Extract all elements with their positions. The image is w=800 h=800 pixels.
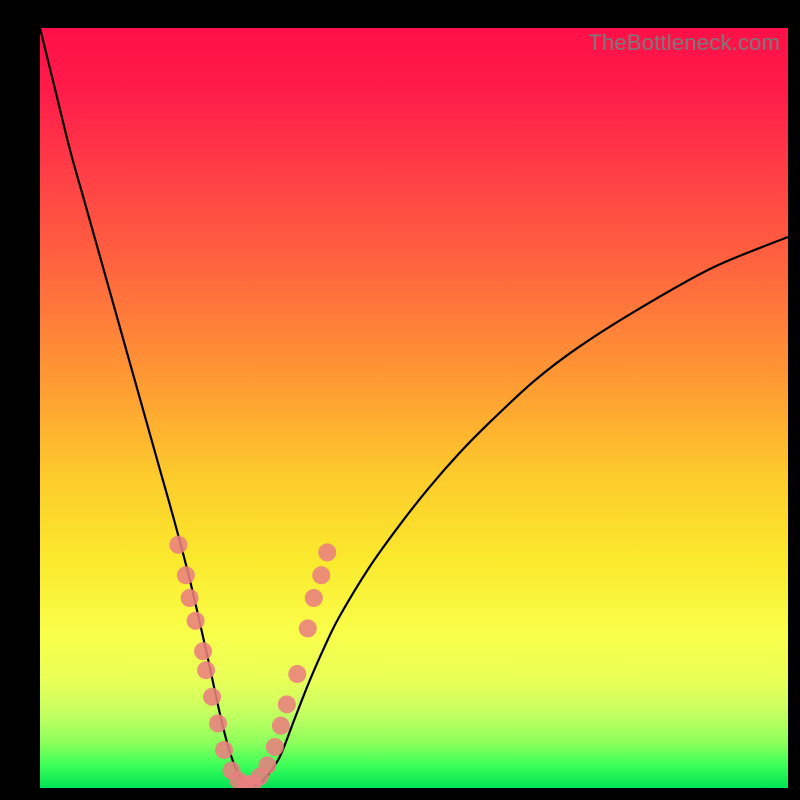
data-marker	[278, 695, 296, 713]
data-marker	[194, 642, 212, 660]
bottleneck-curve	[40, 28, 788, 786]
marker-group	[169, 536, 336, 788]
data-marker	[181, 589, 199, 607]
data-marker	[288, 665, 306, 683]
data-marker	[266, 738, 284, 756]
data-marker	[299, 619, 317, 637]
data-marker	[187, 612, 205, 630]
data-marker	[197, 661, 215, 679]
chart-frame: TheBottleneck.com	[0, 0, 800, 800]
data-marker	[312, 566, 330, 584]
data-marker	[305, 589, 323, 607]
data-marker	[209, 714, 227, 732]
data-marker	[258, 756, 276, 774]
chart-svg	[40, 28, 788, 788]
data-marker	[177, 566, 195, 584]
data-marker	[215, 741, 233, 759]
data-marker	[318, 543, 336, 561]
data-marker	[203, 688, 221, 706]
data-marker	[272, 717, 290, 735]
data-marker	[169, 536, 187, 554]
plot-area: TheBottleneck.com	[40, 28, 788, 788]
